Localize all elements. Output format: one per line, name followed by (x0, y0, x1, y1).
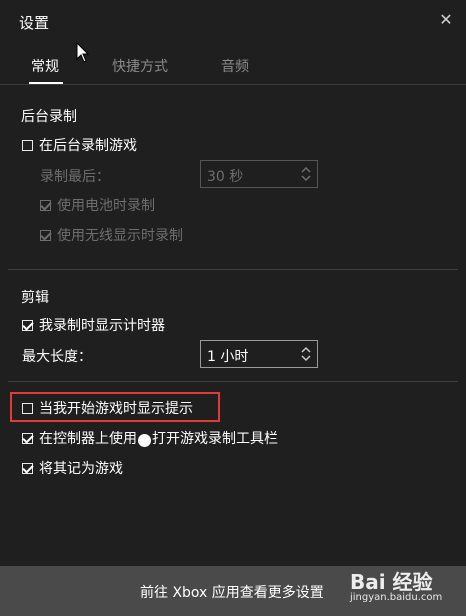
record-on-battery-checkbox[interactable]: 使用电池时录制 (40, 195, 155, 215)
max-length-label: 最大长度： (22, 349, 92, 365)
section-divider (8, 269, 458, 270)
watermark-text: Bai 经验 (350, 570, 433, 594)
tab-shortcuts[interactable]: 快捷方式 (112, 56, 168, 76)
tab-bar: 常规 快捷方式 音频 (0, 46, 466, 84)
record-on-battery-label: 使用电池时录制 (57, 198, 155, 214)
checkbox-checked-icon (22, 462, 33, 474)
remember-as-game-label: 将其记为游戏 (39, 461, 123, 477)
section-divider (8, 381, 458, 382)
show-tips-label: 当我开始游戏时显示提示 (39, 401, 193, 417)
record-in-background-checkbox[interactable]: 在后台录制游戏 (22, 135, 137, 155)
record-in-background-label: 在后台录制游戏 (39, 138, 137, 154)
tab-divider (0, 84, 466, 85)
show-timer-label: 我录制时显示计时器 (39, 318, 165, 334)
show-timer-checkbox[interactable]: 我录制时显示计时器 (22, 315, 165, 335)
record-last-select[interactable]: 30 秒 (200, 160, 318, 188)
checkbox-checked-icon (22, 319, 33, 331)
background-recording-heading: 后台录制 (21, 109, 77, 125)
show-tips-checkbox[interactable]: 当我开始游戏时显示提示 (22, 398, 193, 418)
record-on-wireless-label: 使用无线显示时录制 (57, 228, 183, 244)
checkbox-checked-icon (40, 229, 51, 241)
title-bar: 设置 ✕ (0, 0, 466, 42)
clips-heading: 剪辑 (21, 290, 49, 306)
checkbox-checked-icon (40, 199, 51, 211)
tab-general[interactable]: 常规 (31, 56, 59, 76)
watermark-sub: jingyan.baidu.com (350, 592, 443, 603)
close-icon[interactable]: ✕ (436, 10, 456, 30)
checkbox-icon (22, 402, 33, 414)
spinner-arrows-icon (301, 346, 311, 362)
tab-audio[interactable]: 音频 (221, 56, 249, 76)
record-last-label: 录制最后： (40, 169, 110, 185)
xbox-icon (138, 433, 151, 447)
spinner-arrows-icon (301, 166, 311, 182)
max-length-value: 1 小时 (207, 349, 249, 365)
baidu-watermark-logo: Bai 经验 jingyan.baidu.com (336, 562, 462, 614)
open-gamebar-label-prefix: 在控制器上使用 (39, 431, 137, 447)
open-gamebar-label-suffix: 打开游戏录制工具栏 (152, 431, 278, 447)
max-length-select[interactable]: 1 小时 (200, 340, 318, 368)
window-title: 设置 (19, 14, 50, 32)
checkbox-checked-icon (22, 432, 33, 444)
record-on-wireless-checkbox[interactable]: 使用无线显示时录制 (40, 225, 183, 245)
record-last-value: 30 秒 (207, 169, 244, 185)
open-gamebar-checkbox[interactable]: 在控制器上使用 打开游戏录制工具栏 (22, 428, 278, 448)
remember-as-game-checkbox[interactable]: 将其记为游戏 (22, 458, 123, 478)
xbox-app-settings-link[interactable]: 前往 Xbox 应用查看更多设置 (140, 582, 324, 602)
checkbox-icon (22, 139, 33, 151)
